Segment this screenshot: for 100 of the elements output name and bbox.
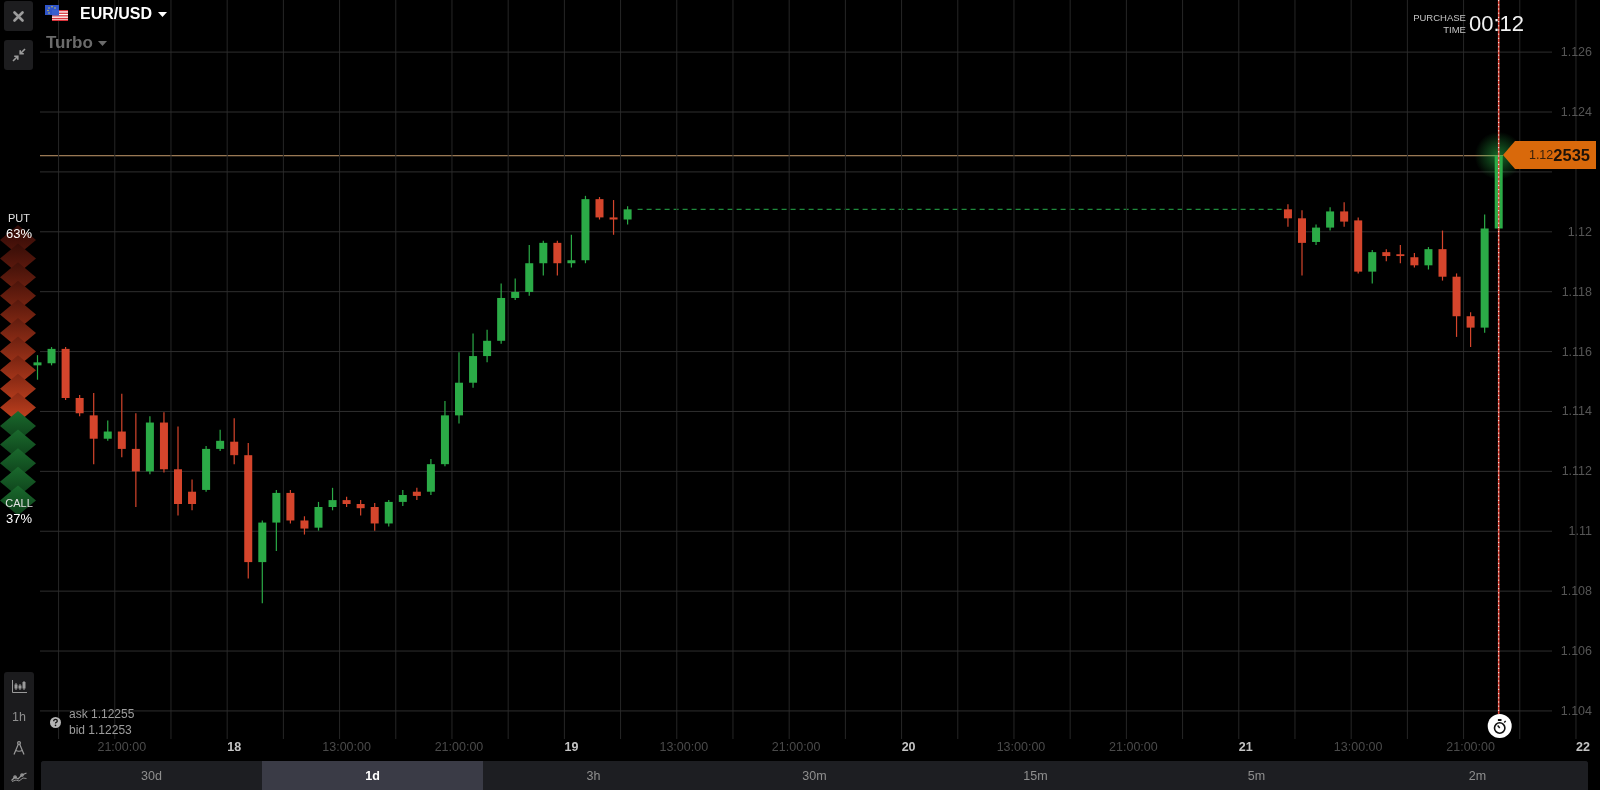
rising-candle <box>33 354 42 381</box>
time-axis-label: 21:00:00 <box>1446 740 1495 754</box>
falling-candle <box>159 411 168 474</box>
rising-candle <box>511 277 520 301</box>
time-axis-label: 21:00:00 <box>1109 740 1158 754</box>
falling-candle <box>370 502 379 532</box>
help-icon[interactable] <box>50 716 61 728</box>
close-button[interactable] <box>4 1 33 31</box>
timeframe-tab[interactable]: 1d <box>262 761 483 790</box>
caret-icon <box>97 40 107 46</box>
falling-candle <box>286 489 295 525</box>
time-axis-label: 21:00:00 <box>771 740 821 754</box>
rising-candle <box>1424 246 1433 271</box>
call-label: CALL <box>5 496 33 511</box>
interval-button[interactable]: 1h <box>12 710 26 725</box>
time-axis-label: 19 <box>564 740 579 754</box>
price-axis-label: 1.112 <box>1561 464 1592 479</box>
rising-candle <box>567 234 576 269</box>
rising-candle <box>328 487 337 511</box>
falling-candle <box>1452 272 1461 338</box>
falling-candle <box>1298 209 1306 277</box>
falling-candle <box>1283 203 1292 228</box>
falling-candle <box>1466 311 1475 348</box>
falling-candle <box>595 196 604 221</box>
price-axis-label: 1.12 <box>1567 224 1592 239</box>
falling-candle <box>1354 216 1363 274</box>
falling-candle <box>300 515 309 536</box>
purchase-time-label: PURCHASE TIME <box>1413 12 1466 36</box>
falling-candle <box>412 487 421 501</box>
rising-candle <box>145 415 154 475</box>
time-axis-label: 22 <box>1576 740 1590 754</box>
put-label: PUT <box>8 211 30 226</box>
price-axis-label: 1.124 <box>1560 105 1592 119</box>
falling-candle <box>609 199 618 236</box>
time-axis-label: 13:00:00 <box>322 740 371 754</box>
time-axis-label: 20 <box>901 740 916 754</box>
time-axis-label: 21:00:00 <box>434 740 484 754</box>
collapse-icon <box>11 48 26 62</box>
option-type-selector[interactable]: Turbo <box>46 32 107 54</box>
put-percent: 63% <box>6 226 32 242</box>
rising-candle <box>497 283 506 345</box>
rising-candle <box>47 346 56 366</box>
time-axis-label: 13:00:00 <box>659 740 709 754</box>
rising-candle <box>623 205 632 226</box>
price-axis-label: 1.108 <box>1560 584 1592 599</box>
candlestick-chart-icon[interactable] <box>11 680 27 694</box>
rising-candle <box>469 333 478 389</box>
falling-candle <box>342 496 351 508</box>
rising-candle <box>202 445 211 493</box>
bid-price: bid 1.12253 <box>69 722 133 738</box>
price-axis-label: 1.118 <box>1561 284 1592 299</box>
falling-candle <box>1410 252 1419 269</box>
flag-icon <box>45 5 68 21</box>
time-axis-label: 18 <box>227 740 242 754</box>
falling-candle <box>117 393 126 458</box>
compass-icon[interactable] <box>13 740 25 755</box>
falling-candle <box>188 478 197 511</box>
rising-candle <box>525 244 534 297</box>
ask-price: ask 1.12255 <box>69 706 135 722</box>
falling-candle <box>75 394 84 417</box>
rising-candle <box>398 489 407 507</box>
rising-candle <box>384 499 393 528</box>
falling-candle <box>1340 201 1349 228</box>
price-axis-label: 1.106 <box>1560 644 1592 659</box>
asset-selector[interactable]: EUR/USD <box>45 3 167 25</box>
rising-candle <box>483 329 492 363</box>
price-axis-label: 1.104 <box>1560 703 1592 718</box>
rising-candle <box>103 419 112 442</box>
collapse-button[interactable] <box>4 40 33 70</box>
falling-candle <box>1396 244 1405 264</box>
time-axis-label: 13:00:00 <box>1333 740 1383 754</box>
rising-candle <box>1312 224 1321 246</box>
price-axis-label: 1.126 <box>1560 45 1592 60</box>
price-axis-label: 1.11 <box>1568 524 1592 539</box>
falling-candle <box>1382 248 1391 262</box>
close-icon <box>13 10 24 22</box>
rising-candle <box>1326 206 1335 232</box>
time-axis-label: 21 <box>1238 740 1253 754</box>
rising-candle <box>581 195 590 264</box>
current-price-tag: 1.122535 <box>1503 141 1596 169</box>
rising-candle <box>314 501 323 532</box>
falling-candle <box>1438 230 1447 282</box>
price-axis-label: 1.114 <box>1561 404 1592 419</box>
caret-icon <box>158 11 167 17</box>
time-axis-label: 21:00:00 <box>97 740 147 754</box>
rising-candle <box>272 489 281 552</box>
rising-candle <box>1368 249 1377 285</box>
rising-candle <box>426 458 435 496</box>
indicators-icon[interactable] <box>11 771 27 782</box>
rising-candle <box>216 429 225 452</box>
rising-candle <box>539 240 548 277</box>
falling-candle <box>553 240 562 277</box>
falling-candle <box>61 346 70 401</box>
call-percent: 37% <box>6 511 32 527</box>
falling-candle <box>230 417 239 465</box>
falling-candle <box>356 499 365 516</box>
rising-candle <box>440 400 449 467</box>
price-axis-label: 1.116 <box>1561 344 1592 359</box>
stopwatch-icon <box>1487 714 1512 738</box>
time-axis-label: 13:00:00 <box>996 740 1046 754</box>
